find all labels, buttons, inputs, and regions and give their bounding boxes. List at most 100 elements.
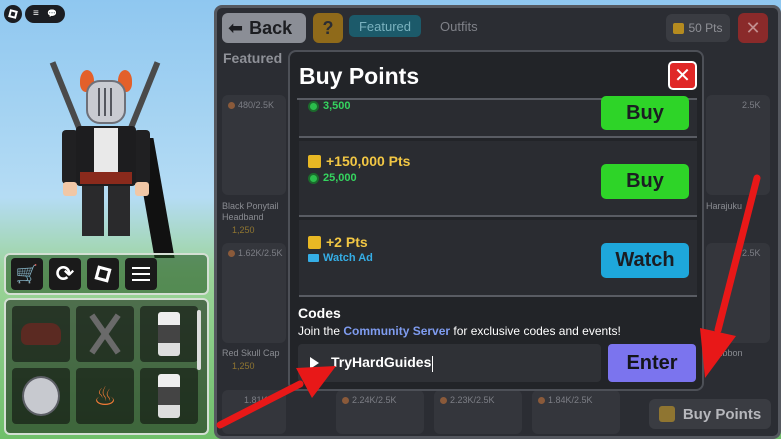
modal-title: Buy Points: [299, 63, 420, 89]
shop-close-button[interactable]: ✕: [738, 13, 768, 43]
codes-label: Codes: [298, 305, 341, 321]
avatar-toolbar: 🛒 ⟳: [4, 253, 209, 295]
shop-item-card[interactable]: [222, 95, 286, 195]
buy-points-button[interactable]: Buy Points: [649, 399, 771, 429]
inventory-item-hair[interactable]: [12, 306, 70, 362]
item-name: Harajuku: [706, 201, 743, 211]
inventory-item-outfit-2[interactable]: [140, 368, 198, 424]
robux-icon: [308, 172, 319, 184]
inventory-item-helmet[interactable]: [12, 368, 70, 424]
buy-points-modal: Buy Points ✕ 3,500 Buy +150,000 Pts 25,0…: [288, 50, 704, 391]
player-avatar: [49, 48, 175, 258]
refresh-button[interactable]: ⟳: [49, 258, 81, 290]
avatar-leg: [108, 186, 130, 236]
points-icon: [658, 406, 675, 422]
enter-button[interactable]: Enter: [608, 344, 696, 382]
helmet-item-icon: [22, 376, 60, 416]
avatar-belt: [80, 172, 132, 184]
buy-button[interactable]: Buy: [601, 164, 689, 199]
refresh-icon: ⟳: [55, 261, 75, 286]
modal-close-button[interactable]: ✕: [668, 61, 697, 90]
avatar-helmet-head: [86, 80, 126, 124]
stock-icon: [440, 396, 447, 404]
community-server-link[interactable]: Community Server: [343, 324, 450, 338]
item-stock: 480/2.5K: [228, 100, 274, 110]
offer-title: +150,000 Pts: [308, 153, 410, 169]
watch-button[interactable]: Watch: [601, 243, 689, 278]
shop-item-card[interactable]: [706, 243, 770, 343]
item-stock: 2.5K: [742, 248, 761, 258]
outfit-item-icon: [158, 312, 180, 356]
shop-item-card[interactable]: [222, 243, 286, 343]
menu-icon[interactable]: ≡: [33, 9, 39, 19]
settings-sliders-button[interactable]: [125, 258, 157, 290]
item-stock: 1.62K/2.5K: [228, 248, 283, 258]
item-price: 1,250: [232, 225, 255, 235]
flames-item-icon: ♨: [93, 380, 117, 411]
points-icon: [673, 22, 685, 34]
item-stock: 1.81K: [244, 395, 268, 405]
roblox-icon: [94, 265, 112, 283]
code-input[interactable]: TryHardGuides: [298, 344, 601, 382]
item-stock: 2.24K/2.5K: [342, 395, 397, 405]
inventory-item-outfit[interactable]: [140, 306, 198, 362]
tab-outfits[interactable]: Outfits: [440, 19, 478, 34]
back-label: Back: [249, 17, 293, 38]
back-arrow-icon: ⬅: [228, 17, 244, 38]
offer-row: 3,500 Buy: [299, 96, 697, 138]
stock-icon: [228, 101, 235, 109]
chat-icon[interactable]: 💬: [47, 10, 57, 18]
codes-description: Join the Community Server for exclusive …: [298, 324, 621, 338]
item-stock: 2.23K/2.5K: [440, 395, 495, 405]
item-price: 1,250: [232, 361, 255, 371]
offer-row: +2 Pts Watch Ad Watch: [299, 220, 697, 297]
item-name: Red Skull Cap: [222, 348, 280, 358]
item-name: Black Ponytail Headband: [222, 201, 279, 222]
item-name: Ribbon: [714, 348, 743, 358]
play-icon: [310, 357, 319, 369]
robux-icon: [308, 100, 319, 112]
offer-row: +150,000 Pts 25,000 Buy: [299, 141, 697, 217]
tab-featured[interactable]: Featured: [349, 15, 421, 37]
points-icon: [308, 154, 321, 168]
avatar-hand: [135, 182, 149, 196]
avatar-arm: [134, 130, 150, 184]
code-input-value: TryHardGuides: [331, 354, 432, 371]
tv-icon: [308, 254, 319, 262]
buy-button[interactable]: Buy: [601, 96, 689, 130]
shop-cart-button[interactable]: 🛒: [11, 258, 43, 290]
outfit-item-icon: [158, 374, 180, 418]
stock-icon: [228, 249, 235, 257]
offer-cost: Watch Ad: [308, 252, 373, 264]
offer-cost: 3,500: [308, 100, 351, 112]
stock-icon: [342, 396, 349, 404]
offer-cost: 25,000: [308, 172, 357, 184]
shop-item-card[interactable]: [706, 95, 770, 195]
item-stock: 1.84K/2.5K: [538, 395, 593, 405]
stock-icon: [538, 396, 545, 404]
offer-title: +2 Pts: [308, 234, 368, 250]
points-icon: [308, 235, 321, 249]
featured-heading: Featured: [223, 50, 283, 66]
avatar-shirt: [94, 128, 118, 172]
inventory-panel: ♨: [4, 298, 209, 435]
points-balance-badge: 50 Pts: [666, 14, 730, 42]
item-stock: 2.5K: [742, 100, 761, 110]
roblox-logo-button[interactable]: [4, 5, 22, 23]
inventory-item-swords[interactable]: [76, 306, 134, 362]
inventory-scrollbar[interactable]: [197, 310, 201, 370]
back-button[interactable]: ⬅ Back: [222, 13, 306, 43]
help-button[interactable]: ?: [313, 13, 343, 43]
sliders-icon: [132, 267, 150, 281]
cart-icon: 🛒: [15, 263, 39, 284]
avatar-hand: [63, 182, 77, 196]
crossed-swords-icon: [82, 311, 128, 357]
buy-points-label: Buy Points: [682, 405, 762, 423]
avatar-leg: [82, 186, 104, 236]
roblox-items-button[interactable]: [87, 258, 119, 290]
hair-item-icon: [21, 323, 61, 345]
inventory-item-flames[interactable]: ♨: [76, 368, 134, 424]
roblox-menu-pill[interactable]: ≡ 💬: [25, 5, 65, 23]
roblox-logo-icon: [8, 9, 18, 19]
text-caret: [432, 355, 434, 372]
